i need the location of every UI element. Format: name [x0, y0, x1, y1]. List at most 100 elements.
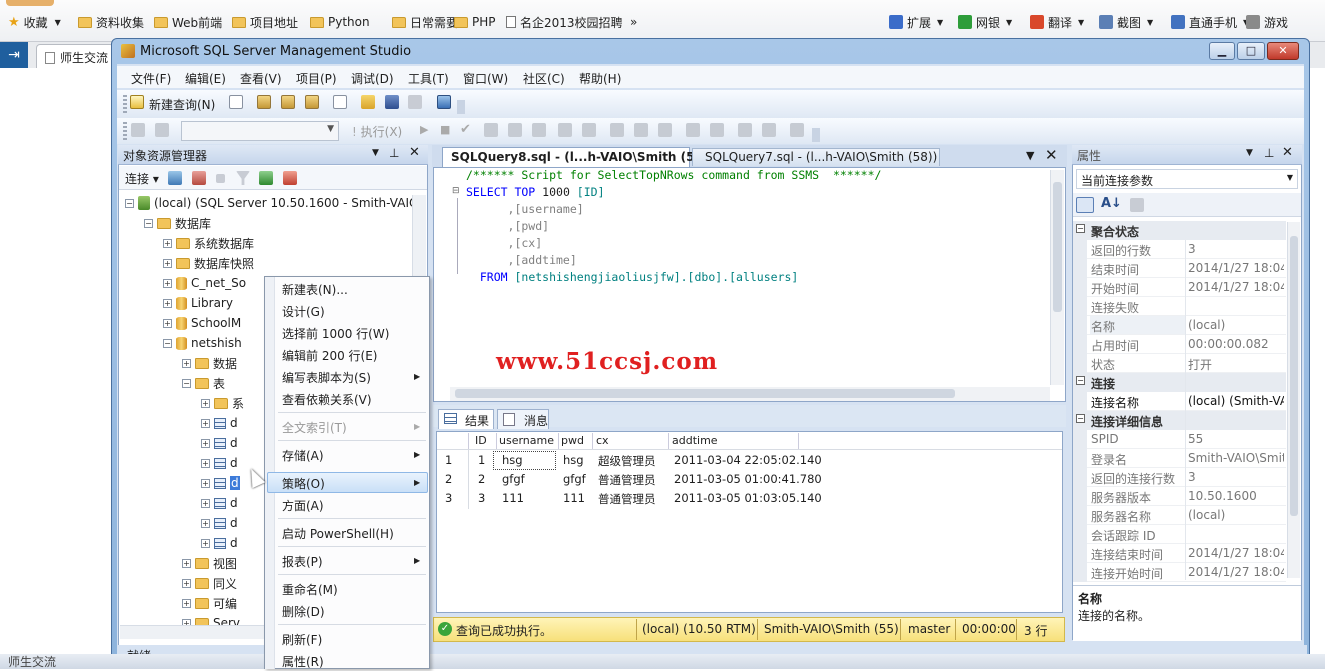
property-name[interactable]: 名称: [1091, 318, 1115, 337]
property-value[interactable]: 2014/1/27 18:04:: [1188, 280, 1284, 299]
categorized-icon[interactable]: [1076, 197, 1094, 213]
property-name[interactable]: 连接结束时间: [1091, 546, 1163, 565]
property-value[interactable]: 10.50.1600: [1188, 489, 1284, 508]
browser-top-tab[interactable]: [6, 0, 54, 6]
collapse-icon[interactable]: −: [1076, 414, 1085, 423]
context-menu-item[interactable]: 删除(D): [282, 603, 325, 621]
context-menu-item[interactable]: 刷新(F): [282, 631, 322, 649]
expand-icon[interactable]: +: [182, 558, 191, 568]
grid-cell[interactable]: gfgf: [502, 472, 525, 486]
tree-node[interactable]: + d: [201, 454, 238, 472]
activity-monitor-icon[interactable]: [437, 95, 451, 109]
context-menu-item[interactable]: 选择前 1000 行(W): [282, 325, 389, 343]
taskbar-item[interactable]: 师生交流: [8, 653, 56, 670]
tab-list-icon[interactable]: ▼: [1026, 149, 1034, 162]
tree-node[interactable]: + 系: [201, 394, 244, 412]
tree-node[interactable]: + Library: [163, 294, 233, 312]
context-menu-item[interactable]: 设计(G): [282, 303, 325, 321]
properties-vertical-scrollbar[interactable]: [1287, 222, 1300, 578]
new-file-icon[interactable]: [229, 95, 243, 109]
grid-cell[interactable]: 3: [478, 491, 485, 505]
toolbar-button-icon[interactable]: [508, 123, 522, 137]
property-value[interactable]: [1188, 527, 1284, 546]
sort-alpha-icon[interactable]: A↓: [1101, 196, 1122, 211]
toolbar-grip[interactable]: [123, 95, 127, 113]
property-value[interactable]: 2014/1/27 18:04:: [1188, 261, 1284, 280]
property-name[interactable]: 返回的行数: [1091, 242, 1151, 261]
new-query-icon[interactable]: [130, 95, 144, 109]
toolbar-overflow-icon[interactable]: [812, 128, 820, 142]
toolbar-button-icon[interactable]: [532, 123, 546, 137]
property-name[interactable]: 会话跟踪 ID: [1091, 527, 1156, 546]
property-value[interactable]: 3: [1188, 470, 1284, 489]
scroll-thumb[interactable]: [455, 389, 955, 398]
expand-icon[interactable]: +: [182, 578, 191, 588]
grid-cell[interactable]: 普通管理员: [598, 472, 656, 488]
dropdown-icon[interactable]: ▼: [1246, 148, 1253, 158]
toolbar-grip[interactable]: [123, 122, 127, 140]
xmla-query-icon[interactable]: [305, 95, 319, 109]
context-menu-item[interactable]: 编辑前 200 行(E): [282, 347, 377, 365]
expand-icon[interactable]: +: [163, 278, 172, 288]
close-button[interactable]: ✕: [1267, 42, 1299, 60]
debug-icon[interactable]: ▶: [420, 123, 428, 136]
expand-icon[interactable]: +: [201, 538, 210, 548]
toolbar-overflow-icon[interactable]: [457, 100, 465, 114]
grid-cell[interactable]: 超级管理员: [598, 453, 656, 469]
menu-item[interactable]: 查看(V): [240, 70, 282, 87]
expand-icon[interactable]: +: [163, 318, 172, 328]
context-menu-item[interactable]: 编写表脚本为(S): [282, 369, 371, 387]
database-select[interactable]: ▼: [181, 121, 339, 141]
column-header[interactable]: username: [499, 434, 554, 447]
tree-node[interactable]: + 同义: [182, 574, 237, 592]
menu-item[interactable]: 项目(P): [296, 70, 337, 87]
minimize-button[interactable]: ▁: [1209, 42, 1235, 60]
toolbar-button-icon[interactable]: [686, 123, 700, 137]
expand-icon[interactable]: +: [201, 498, 210, 508]
analysis-query-icon[interactable]: [281, 95, 295, 109]
tree-node[interactable]: − 表: [182, 374, 225, 392]
property-name[interactable]: 返回的连接行数: [1091, 470, 1175, 489]
toolbar-extension[interactable]: 直通手机▼: [1171, 12, 1249, 32]
scroll-thumb[interactable]: [1290, 236, 1298, 516]
collapse-icon[interactable]: −: [1076, 224, 1085, 233]
context-menu-item[interactable]: 方面(A): [282, 497, 324, 515]
expand-icon[interactable]: +: [201, 438, 210, 448]
collapse-icon[interactable]: −: [182, 378, 191, 388]
context-menu-item[interactable]: 重命名(M): [282, 581, 338, 599]
expand-icon[interactable]: +: [163, 298, 172, 308]
tab-results[interactable]: 结果: [438, 409, 494, 429]
property-name[interactable]: 开始时间: [1091, 280, 1139, 299]
pin-icon[interactable]: ⊥: [1264, 146, 1274, 160]
bookmark-item[interactable]: 名企2013校园招聘: [506, 12, 623, 32]
tree-node[interactable]: − 数据库: [144, 214, 211, 232]
toolbar-extension[interactable]: 游戏: [1246, 12, 1288, 32]
tree-node[interactable]: + 视图: [182, 554, 237, 572]
bookmark-item[interactable]: Web前端: [154, 12, 222, 32]
expand-icon[interactable]: +: [163, 238, 172, 248]
context-menu-item[interactable]: 报表(P): [282, 553, 323, 571]
toolbar-button-icon[interactable]: [634, 123, 648, 137]
dropdown-icon[interactable]: ▼: [372, 148, 379, 158]
collapse-icon[interactable]: −: [163, 338, 172, 348]
bookmark-item[interactable]: 日常需要: [392, 12, 458, 32]
collapse-icon[interactable]: −: [144, 218, 153, 228]
context-menu-item[interactable]: 策略(O): [282, 475, 325, 493]
grid-cell[interactable]: 2011-03-05 01:00:41.780: [674, 472, 822, 486]
tree-node[interactable]: + 数据库快照: [163, 254, 254, 272]
sidebar-toggle-icon[interactable]: ⇥: [0, 42, 28, 68]
bookmark-item[interactable]: Python: [310, 12, 370, 32]
toolbar-button-icon[interactable]: [790, 123, 804, 137]
change-connection-icon[interactable]: [155, 123, 169, 137]
menu-item[interactable]: 编辑(E): [185, 70, 226, 87]
toolbar-button-icon[interactable]: [484, 123, 498, 137]
open-folder-icon[interactable]: [361, 95, 375, 109]
pin-icon[interactable]: ⊥: [389, 146, 399, 160]
save-icon[interactable]: [385, 95, 399, 109]
scroll-thumb[interactable]: [1053, 182, 1062, 312]
property-value[interactable]: (local): [1188, 318, 1284, 337]
tree-node[interactable]: + d: [201, 514, 238, 532]
grid-cell[interactable]: 1: [478, 453, 485, 467]
bookmark-item[interactable]: 资料收集: [78, 12, 144, 32]
bookmark-item[interactable]: ★ 收藏 ▼: [8, 12, 61, 32]
